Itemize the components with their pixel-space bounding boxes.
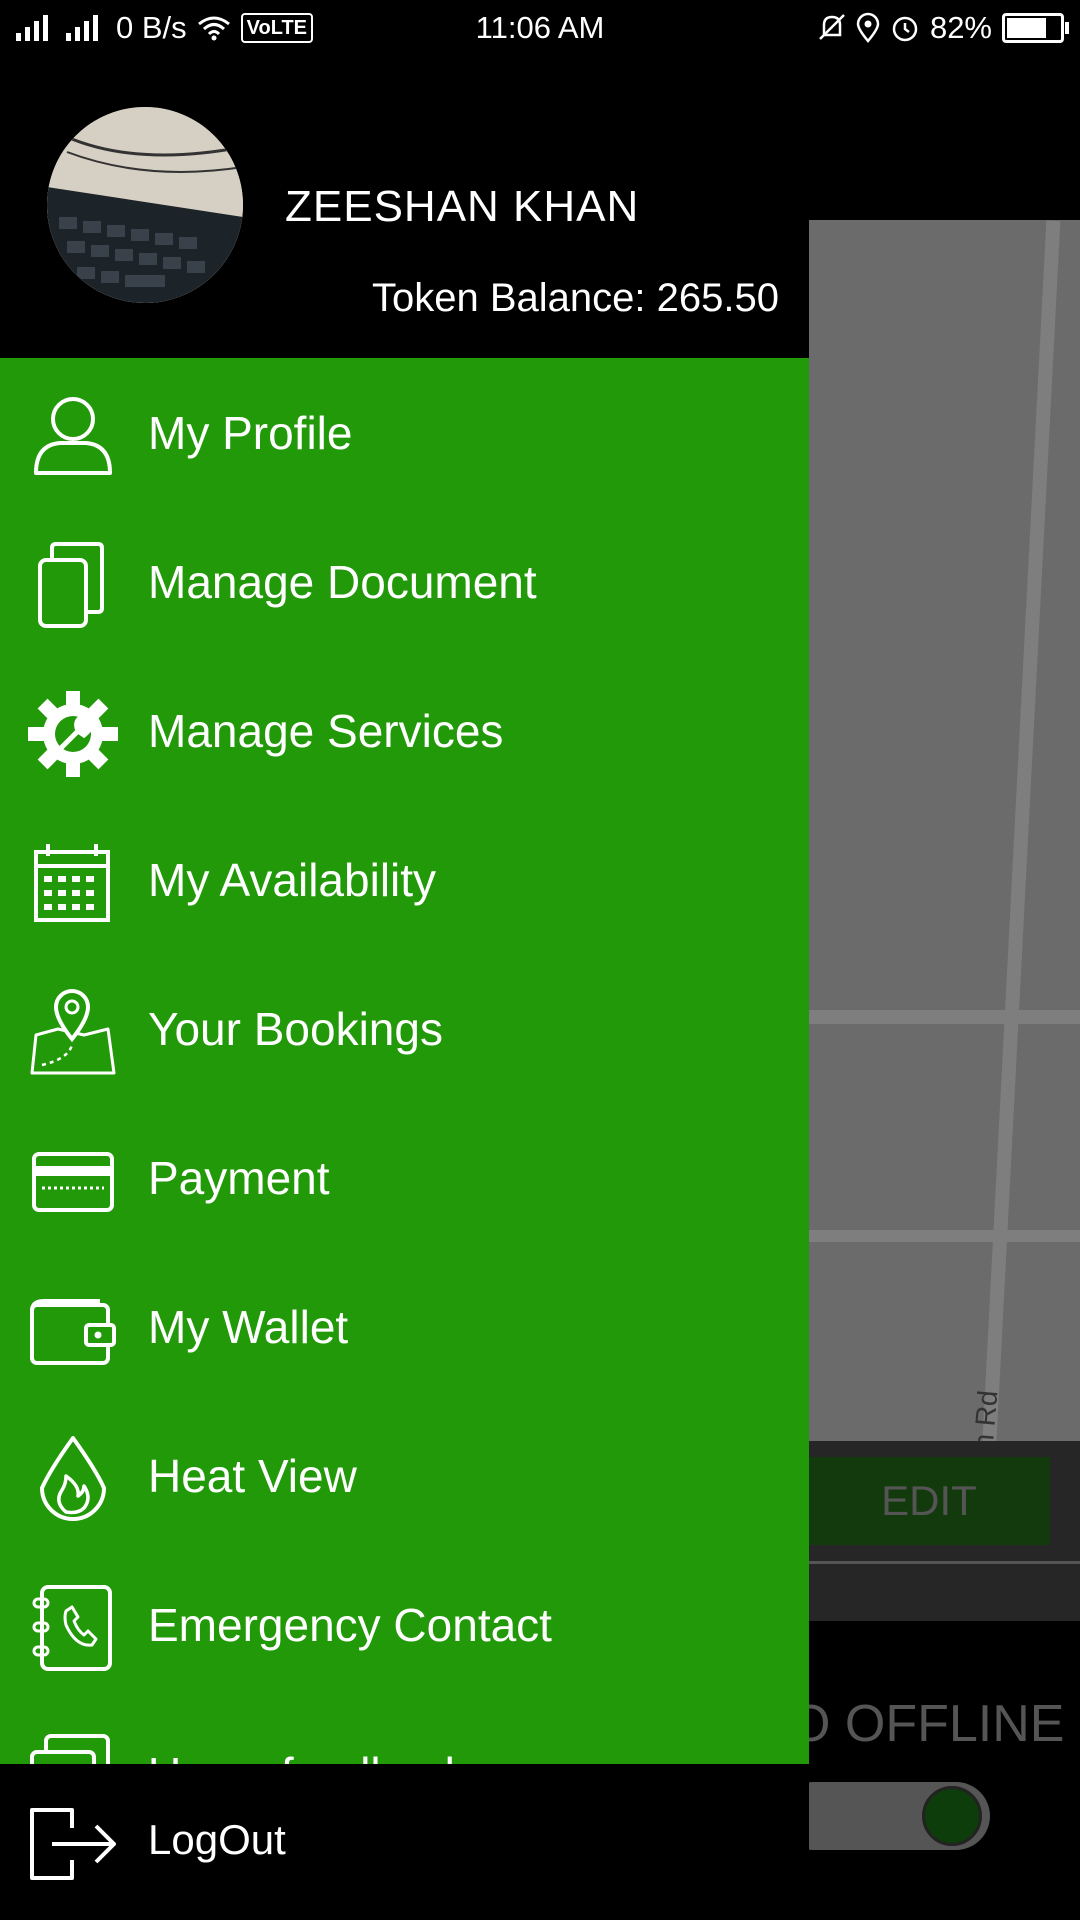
menu-item-manage-services[interactable]: Manage Services: [0, 656, 809, 805]
online-toggle[interactable]: [780, 1782, 990, 1850]
menu-item-your-bookings[interactable]: Your Bookings: [0, 954, 809, 1103]
alarm-icon: [892, 16, 918, 42]
menu-item-my-availability[interactable]: My Availability: [0, 805, 809, 954]
drawer-menu: My Profile Manage Document Manage Servic…: [0, 358, 809, 1764]
map-road: [808, 1230, 1080, 1242]
menu-item-label: Your Bookings: [148, 1003, 443, 1055]
calendar-icon: [34, 844, 110, 922]
menu-item-label: My Availability: [148, 854, 437, 906]
gear-wrench-icon: [28, 691, 118, 777]
menu-item-emergency-contact[interactable]: Emergency Contact: [0, 1550, 809, 1699]
map-road: [808, 1010, 1080, 1024]
map-pin-icon: [30, 989, 116, 1075]
user-name: ZEESHAN KHAN: [285, 182, 640, 231]
battery-icon: [1002, 13, 1069, 43]
edit-button[interactable]: EDIT: [808, 1457, 1050, 1545]
divider: [808, 1561, 1080, 1564]
map-view[interactable]: [808, 220, 1080, 1496]
menu-item-label: Manage Services: [148, 705, 504, 757]
navigation-drawer: ZEESHAN KHAN Token Balance: 265.50 My Pr…: [0, 56, 809, 1920]
menu-item-label: Emergency Contact: [148, 1599, 552, 1651]
feedback-icon: [30, 1734, 110, 1764]
battery-percent: 82%: [929, 10, 992, 45]
avatar-photo: [47, 107, 243, 303]
logout-button[interactable]: LogOut: [0, 1764, 809, 1920]
menu-item-my-profile[interactable]: My Profile: [0, 358, 809, 507]
map-road: [979, 220, 1061, 1496]
location-icon: [856, 12, 880, 43]
menu-item-label: Manage Document: [148, 556, 537, 608]
offline-label: O OFFLINE: [790, 1695, 1065, 1753]
logout-icon: [30, 1808, 116, 1880]
menu-item-label: Heat View: [148, 1450, 357, 1502]
menu-item-label: Payment: [148, 1152, 330, 1204]
phone-book-icon: [32, 1585, 112, 1671]
credit-card-icon: [32, 1152, 114, 1212]
token-balance: Token Balance: 265.50: [372, 276, 779, 320]
person-icon: [34, 397, 112, 475]
documents-icon: [38, 542, 104, 628]
menu-item-label: Users feedback: [148, 1747, 468, 1764]
avatar[interactable]: [47, 107, 243, 303]
logout-label: LogOut: [148, 1816, 286, 1863]
toggle-knob[interactable]: [922, 1786, 982, 1846]
menu-item-label: My Profile: [148, 407, 353, 459]
drawer-header: ZEESHAN KHAN Token Balance: 265.50: [0, 56, 809, 358]
status-right: 82%: [818, 10, 1069, 46]
menu-item-my-wallet[interactable]: My Wallet: [0, 1252, 809, 1401]
menu-item-heat-view[interactable]: Heat View: [0, 1401, 809, 1550]
status-bar: 0 B/s VoLTE 11:06 AM 82%: [0, 0, 1080, 56]
wallet-icon: [30, 1299, 116, 1365]
flame-icon: [40, 1436, 106, 1521]
menu-item-manage-document[interactable]: Manage Document: [0, 507, 809, 656]
notification-off-icon: [819, 14, 845, 40]
menu-item-users-feedback[interactable]: Users feedback: [0, 1699, 809, 1764]
menu-item-payment[interactable]: Payment: [0, 1103, 809, 1252]
menu-item-label: My Wallet: [148, 1301, 349, 1353]
